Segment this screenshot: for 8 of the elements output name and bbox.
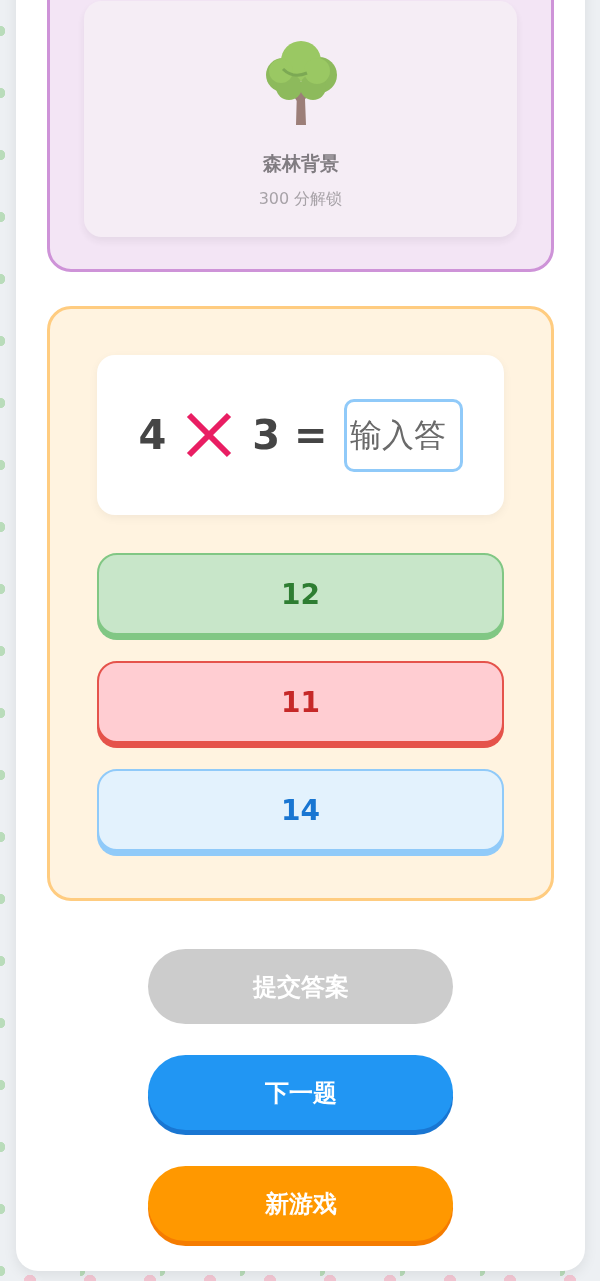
background-item-card[interactable]: 森林背景 300 分解锁 — [84, 1, 517, 237]
multiply-icon — [186, 412, 233, 458]
item-price: 300 分解锁 — [258, 189, 343, 210]
operand: 3 — [252, 415, 281, 455]
operand: 4 — [138, 415, 167, 455]
item-title: 森林背景 — [262, 151, 339, 176]
answer-input[interactable]: 输入答 — [343, 398, 463, 472]
equals-sign: = — [294, 415, 328, 455]
